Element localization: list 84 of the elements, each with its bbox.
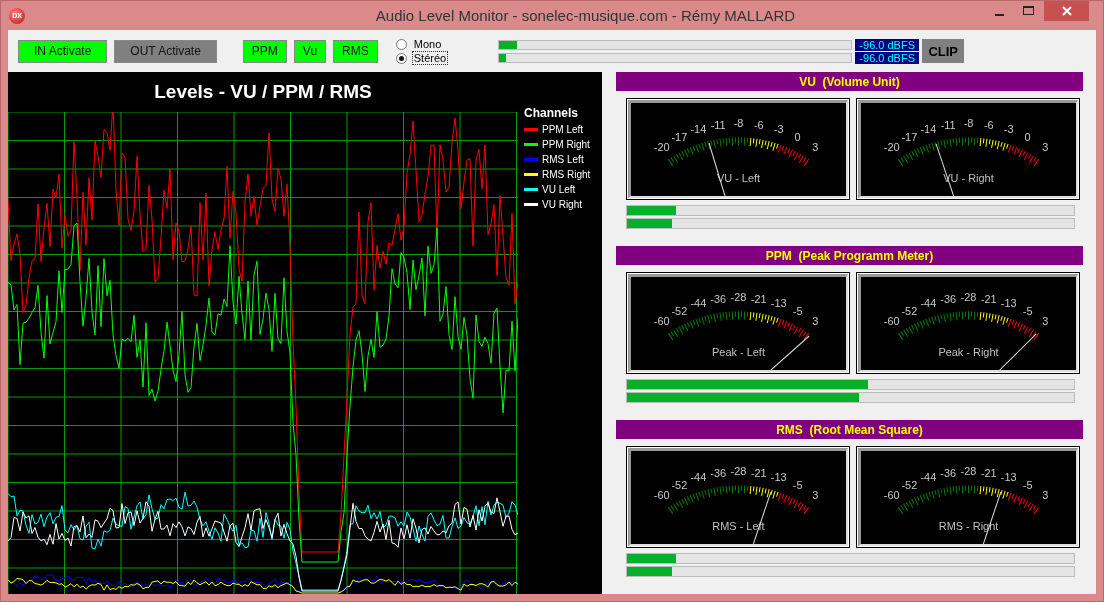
- close-button[interactable]: [1044, 1, 1089, 21]
- scale-label: -60: [653, 315, 670, 328]
- scale-label: -8: [963, 117, 974, 130]
- scale-label: -60: [653, 489, 670, 502]
- scale-label: -44: [920, 297, 937, 310]
- scale-label: -20: [883, 141, 900, 154]
- chart-title: Levels - VU / PPM / RMS: [153, 80, 373, 104]
- scale-label: -60: [883, 315, 900, 328]
- scale-label: -28: [960, 465, 977, 478]
- activate-button[interactable]: IN Activate: [18, 39, 108, 63]
- legend-label: RMS Left: [542, 154, 584, 165]
- scale-label: -6: [983, 118, 994, 131]
- scale-label: 3: [812, 315, 819, 328]
- scale-label: -3: [773, 123, 784, 136]
- clip-indicator: CLIP: [922, 39, 965, 63]
- scale-label: 3: [1042, 141, 1049, 154]
- scale-label: 0: [794, 130, 801, 143]
- radio-button[interactable]: [395, 52, 407, 64]
- scale-label: -44: [690, 297, 707, 310]
- scale-label: -21: [750, 466, 767, 479]
- scale-label: -20: [653, 141, 670, 154]
- scale-label: 0: [1024, 130, 1031, 143]
- scale-label: 3: [1042, 489, 1049, 502]
- meter-label: Peak - Left: [712, 345, 765, 358]
- window-title: Audio Level Monitor - sonelec-musique.com - Rémy MALLARD: [374, 7, 797, 24]
- scale-label: -36: [940, 292, 957, 305]
- scale-label: -21: [980, 466, 997, 479]
- scale-label: 3: [1042, 315, 1049, 328]
- legend-title: Channels: [524, 106, 579, 120]
- scale-label: -11: [940, 118, 956, 131]
- scale-label: -52: [901, 304, 918, 317]
- scale-label: -8: [733, 117, 744, 130]
- scale-label: -52: [671, 478, 688, 491]
- legend-label: VU Right: [542, 199, 582, 210]
- close-icon: [1061, 6, 1072, 16]
- scale-label: -13: [770, 471, 787, 484]
- radio-label[interactable]: Stéréo: [411, 51, 449, 65]
- scale-label: -28: [730, 465, 747, 478]
- scale-label: -17: [671, 130, 688, 143]
- scale-label: -14: [920, 123, 937, 136]
- scale-label: -17: [901, 130, 918, 143]
- scale-label: -28: [960, 291, 977, 304]
- radio-button[interactable]: [395, 38, 407, 50]
- scale-label: 3: [812, 141, 819, 154]
- radio-label[interactable]: Mono: [411, 37, 444, 51]
- scale-label: -36: [710, 466, 727, 479]
- scale-label: -13: [1000, 471, 1017, 484]
- mode-toggle[interactable]: PPM: [242, 39, 287, 63]
- dbfs-readout: -96.0 dBFS: [855, 38, 920, 51]
- scale-label: -3: [1003, 123, 1014, 136]
- scale-label: -44: [920, 471, 937, 484]
- scale-label: -13: [1000, 297, 1017, 310]
- scale-label: -60: [883, 489, 900, 502]
- scale-label: -52: [671, 304, 688, 317]
- scale-label: -14: [690, 123, 707, 136]
- activate-button[interactable]: OUT Activate: [114, 39, 217, 63]
- legend-label: VU Left: [542, 184, 576, 195]
- maximize-icon: [1022, 6, 1034, 16]
- scale-label: -21: [980, 292, 997, 305]
- legend-label: RMS Right: [542, 169, 591, 180]
- scale-label: -5: [792, 304, 803, 317]
- minimize-icon: [994, 14, 1004, 16]
- legend-label: PPM Left: [542, 124, 584, 135]
- scale-label: -36: [710, 292, 727, 305]
- scale-label: 3: [812, 489, 819, 502]
- mode-toggle[interactable]: Vu: [293, 39, 327, 63]
- scale-label: -52: [901, 478, 918, 491]
- scale-label: -5: [1022, 478, 1033, 491]
- scale-label: -21: [750, 292, 767, 305]
- legend-label: PPM Right: [542, 139, 590, 150]
- scale-label: -6: [753, 118, 764, 131]
- scale-label: -5: [792, 478, 803, 491]
- scale-label: -11: [710, 118, 726, 131]
- scale-label: -5: [1022, 304, 1033, 317]
- mode-toggle[interactable]: RMS: [333, 39, 378, 63]
- meter-label: Peak - Right: [938, 345, 999, 358]
- scale-label: -28: [730, 291, 747, 304]
- dbfs-readout: -96.0 dBFS: [855, 51, 920, 64]
- section-header: PPM (Peak Programm Meter): [616, 246, 1083, 265]
- scale-label: -36: [940, 466, 957, 479]
- section-header: RMS (Root Mean Square): [616, 420, 1083, 439]
- scale-label: -44: [690, 471, 707, 484]
- scale-label: -13: [770, 297, 787, 310]
- section-header: VU (Volume Unit): [616, 72, 1083, 91]
